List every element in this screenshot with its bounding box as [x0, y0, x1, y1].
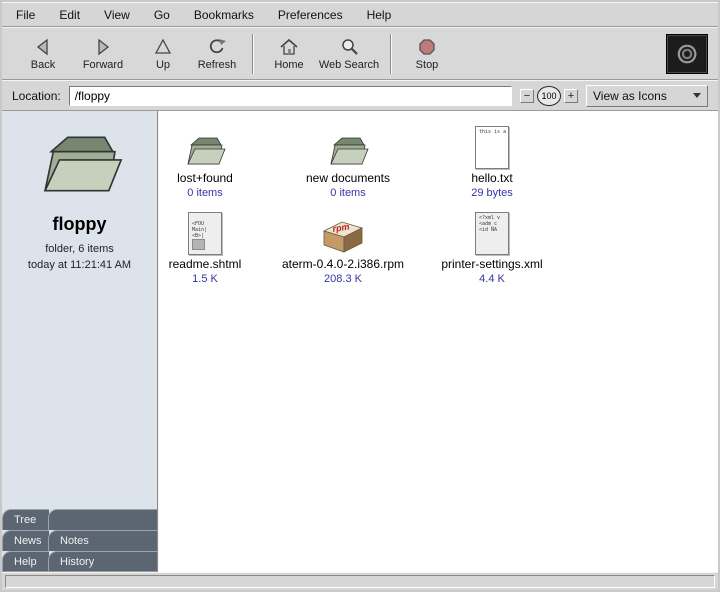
sidebar-tab-help[interactable]: Help [2, 551, 49, 572]
sidebar-tab-notes[interactable]: Notes [48, 530, 157, 551]
xml-document-icon: <?xml v <adm_c <id NA [475, 212, 509, 255]
refresh-icon [206, 36, 228, 58]
location-bar: Location: − 100 + View as Icons [2, 80, 718, 111]
sidebar-tabs: Tree News Notes Help History [2, 509, 157, 572]
sidebar: floppy folder, 6 items today at 11:21:41… [2, 111, 158, 572]
home-button[interactable]: Home [262, 31, 316, 77]
zoom-in-button[interactable]: + [564, 89, 578, 103]
home-button-label: Home [274, 59, 303, 71]
location-input[interactable] [69, 86, 512, 106]
shell-swirl-icon [672, 39, 702, 69]
folder-icon [183, 119, 227, 169]
file-item-new-documents[interactable]: new documents 0 items [273, 119, 423, 199]
file-item-aterm-rpm[interactable]: rpm aterm-0.4.0-2.i386.rpm 208.3 K [268, 205, 418, 285]
file-name: new documents [306, 172, 390, 185]
up-button-label: Up [156, 59, 170, 71]
file-info: 29 bytes [471, 187, 513, 199]
file-name: printer-settings.xml [441, 258, 542, 271]
file-name: readme.shtml [169, 258, 242, 271]
menu-help[interactable]: Help [365, 6, 394, 24]
icon-view[interactable]: lost+found 0 items new documents 0 items… [158, 111, 718, 572]
file-name: aterm-0.4.0-2.i386.rpm [282, 258, 404, 271]
file-item-printer-settings-xml[interactable]: <?xml v <adm_c <id NA printer-settings.x… [417, 205, 567, 285]
web-search-button-label: Web Search [319, 59, 379, 71]
back-button[interactable]: Back [16, 31, 70, 77]
forward-arrow-icon [92, 36, 114, 58]
up-arrow-icon [152, 36, 174, 58]
view-mode-label: View as Icons [593, 89, 667, 103]
toolbar: Back Forward Up Refresh [2, 27, 718, 80]
sidebar-folder-icon [34, 127, 126, 206]
sidebar-tab-news[interactable]: News [2, 530, 49, 551]
menu-edit[interactable]: Edit [57, 6, 82, 24]
file-info: 1.5 K [192, 273, 218, 285]
zoom-out-button[interactable]: − [520, 89, 534, 103]
sidebar-folder-modified: today at 11:21:41 AM [28, 259, 131, 271]
location-label: Location: [12, 89, 61, 103]
status-bar [2, 572, 718, 590]
up-button[interactable]: Up [136, 31, 190, 77]
forward-button[interactable]: Forward [70, 31, 136, 77]
sidebar-tab-history[interactable]: History [48, 551, 157, 572]
refresh-button[interactable]: Refresh [190, 31, 244, 77]
sidebar-folder-info: folder, 6 items [45, 243, 113, 255]
stop-button-label: Stop [416, 59, 439, 71]
file-item-hello-txt[interactable]: this is a hello.txt 29 bytes [417, 119, 567, 199]
view-mode-dropdown[interactable]: View as Icons [586, 85, 708, 107]
file-item-readme-shtml[interactable]: <FOU Main| <B>| readme.shtml 1.5 K [158, 205, 280, 285]
forward-button-label: Forward [83, 59, 123, 71]
sidebar-tab-filler [48, 509, 157, 530]
toolbar-separator [390, 34, 392, 74]
back-button-label: Back [31, 59, 55, 71]
file-name: lost+found [177, 172, 233, 185]
home-icon [278, 36, 300, 58]
zoom-level-indicator[interactable]: 100 [537, 86, 561, 106]
status-text-area [5, 575, 715, 588]
text-document-icon: this is a [475, 126, 509, 169]
sidebar-folder-title: floppy [53, 214, 107, 235]
thumbnail-chip [192, 239, 205, 250]
menu-go[interactable]: Go [152, 6, 172, 24]
magnifier-icon [338, 36, 360, 58]
folder-icon [326, 119, 370, 169]
file-info: 4.4 K [479, 273, 505, 285]
menubar: File Edit View Go Bookmarks Preferences … [2, 2, 718, 27]
refresh-button-label: Refresh [198, 59, 237, 71]
toolbar-separator [252, 34, 254, 74]
stop-icon [416, 36, 438, 58]
menu-file[interactable]: File [14, 6, 37, 24]
zoom-control: − 100 + [520, 86, 578, 106]
chevron-down-icon [693, 93, 701, 98]
file-info: 0 items [330, 187, 365, 199]
menu-bookmarks[interactable]: Bookmarks [192, 6, 256, 24]
menu-preferences[interactable]: Preferences [276, 6, 345, 24]
sidebar-tab-tree[interactable]: Tree [2, 509, 49, 530]
file-name: hello.txt [471, 172, 512, 185]
file-info: 0 items [187, 187, 222, 199]
menu-view[interactable]: View [102, 6, 132, 24]
web-search-button[interactable]: Web Search [316, 31, 382, 77]
back-arrow-icon [32, 36, 54, 58]
main-body: floppy folder, 6 items today at 11:21:41… [2, 111, 718, 572]
stop-button[interactable]: Stop [400, 31, 454, 77]
file-item-lost-found[interactable]: lost+found 0 items [158, 119, 280, 199]
file-manager-window: File Edit View Go Bookmarks Preferences … [0, 0, 720, 592]
html-document-icon: <FOU Main| <B>| [188, 212, 222, 255]
throbber-logo [666, 34, 708, 74]
file-info: 208.3 K [324, 273, 362, 285]
rpm-package-icon: rpm [320, 205, 366, 255]
